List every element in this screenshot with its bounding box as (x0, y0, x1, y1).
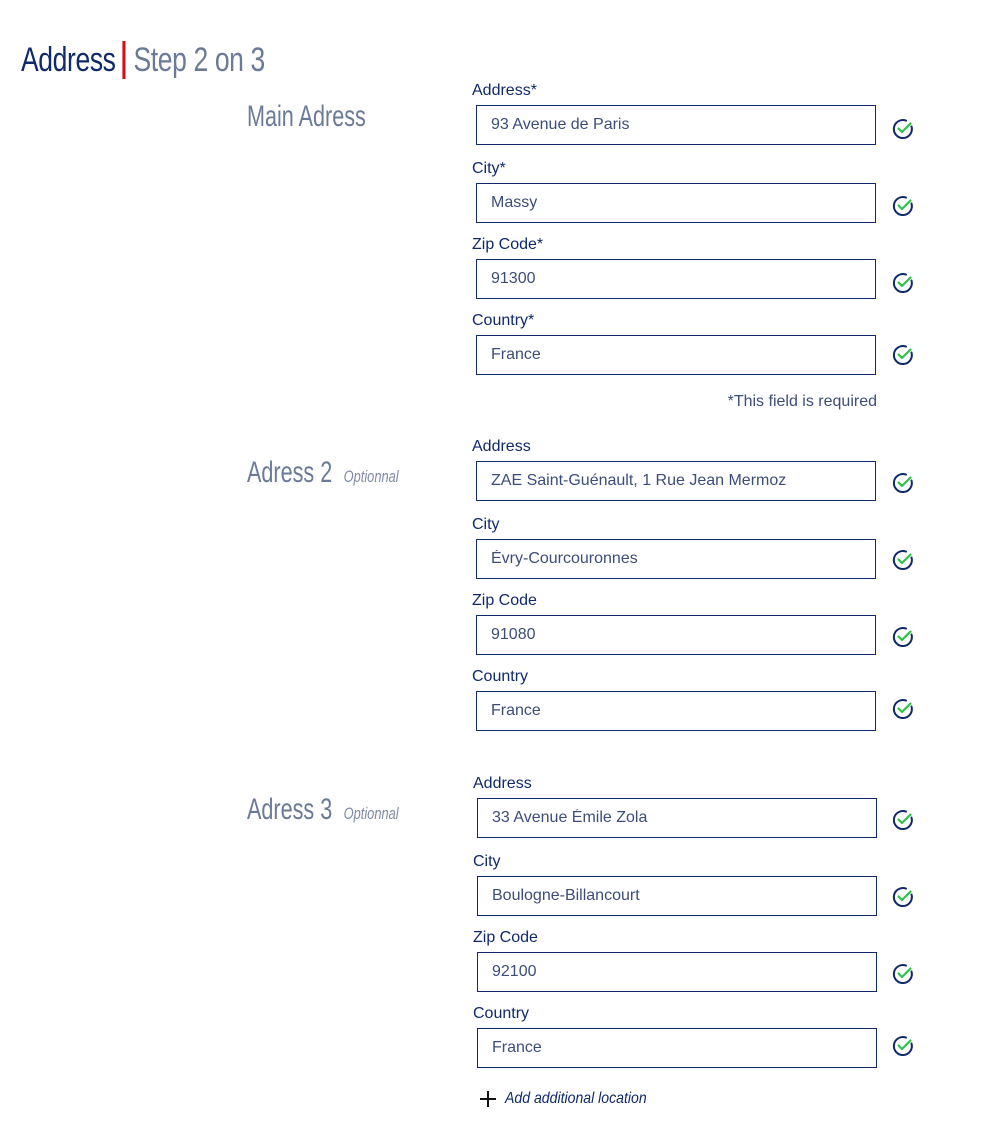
check-circle-icon (892, 964, 913, 985)
city-field[interactable] (476, 183, 876, 223)
section-main-address-title: Main Adress (247, 100, 366, 134)
city-input[interactable] (477, 550, 875, 568)
field-label-country: Country (473, 1005, 530, 1022)
title-divider (122, 41, 126, 79)
check-circle-icon (892, 1036, 913, 1057)
field-label-city: City* (472, 160, 506, 177)
field-label-address: Address (473, 775, 532, 792)
optional-tag: Optionnal (343, 467, 399, 486)
add-location-button[interactable]: Add additional location (480, 1090, 666, 1108)
zip-code-input[interactable] (477, 626, 875, 644)
country-field[interactable] (476, 691, 876, 731)
page-title-text: Address (21, 40, 116, 79)
field-label-zip: Zip Code* (472, 236, 544, 253)
check-circle-icon (892, 119, 913, 140)
city-field[interactable] (477, 876, 877, 916)
section-address-3-title: Adress 3 Optionnal (247, 793, 399, 827)
check-circle-icon (892, 627, 913, 648)
zip-code-field[interactable] (476, 615, 876, 655)
step-indicator: Step 2 on 3 (133, 40, 266, 79)
field-label-address: Address (472, 438, 531, 455)
check-circle-icon (892, 550, 913, 571)
field-label-address: Address* (472, 82, 537, 99)
check-circle-icon (892, 473, 913, 494)
add-location-label: Add additional location (505, 1090, 647, 1107)
country-field[interactable] (477, 1028, 877, 1068)
field-label-city: City (472, 516, 500, 533)
section-title: Adress 2 (247, 456, 333, 489)
plus-icon (480, 1091, 496, 1107)
zip-code-input[interactable] (478, 963, 876, 981)
zip-code-field[interactable] (477, 952, 877, 992)
check-circle-icon (892, 810, 913, 831)
country-input[interactable] (478, 1039, 876, 1057)
field-label-zip: Zip Code (473, 929, 538, 946)
page-title: Address Step 2 on 3 (21, 38, 265, 82)
check-circle-icon (892, 196, 913, 217)
city-input[interactable] (477, 194, 875, 212)
field-label-city: City (473, 853, 501, 870)
address-field[interactable] (476, 461, 876, 501)
address-input[interactable] (478, 809, 876, 827)
address-input[interactable] (477, 472, 875, 490)
country-input[interactable] (477, 346, 875, 364)
section-title: Main Adress (247, 100, 366, 133)
city-input[interactable] (478, 887, 876, 905)
zip-code-field[interactable] (476, 259, 876, 299)
zip-code-input[interactable] (477, 270, 875, 288)
section-title: Adress 3 (247, 793, 333, 826)
field-label-zip: Zip Code (472, 592, 537, 609)
country-field[interactable] (476, 335, 876, 375)
address-input[interactable] (477, 116, 875, 134)
field-label-country: Country* (472, 312, 535, 329)
check-circle-icon (892, 273, 913, 294)
address-field[interactable] (477, 798, 877, 838)
country-input[interactable] (477, 702, 875, 720)
check-circle-icon (892, 887, 913, 908)
required-field-note: *This field is required (727, 393, 877, 410)
address-field[interactable] (476, 105, 876, 145)
city-field[interactable] (476, 539, 876, 579)
optional-tag: Optionnal (343, 804, 399, 823)
check-circle-icon (892, 345, 913, 366)
section-address-2-title: Adress 2 Optionnal (247, 456, 399, 490)
check-circle-icon (892, 699, 913, 720)
field-label-country: Country (472, 668, 529, 685)
